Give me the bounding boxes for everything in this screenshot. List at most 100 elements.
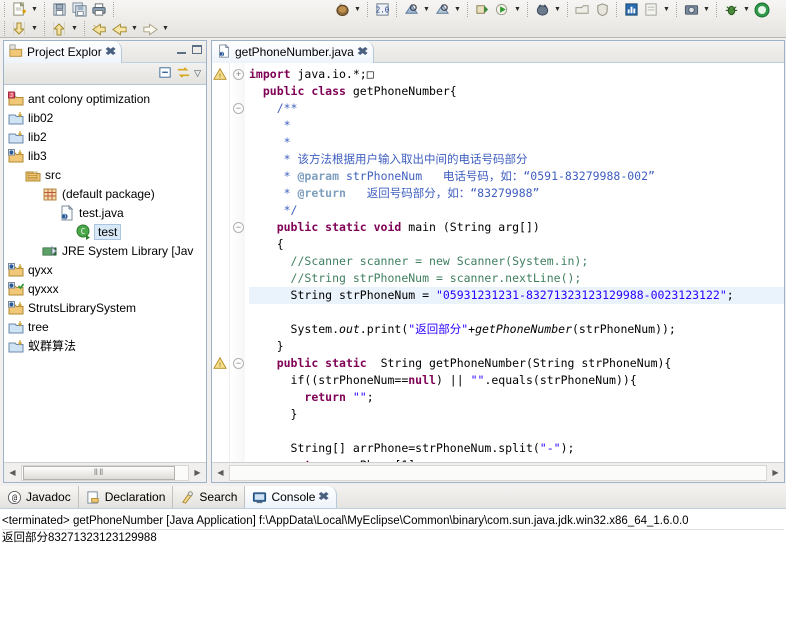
save-all-icon[interactable] bbox=[69, 1, 89, 18]
camera-icon[interactable] bbox=[681, 1, 701, 18]
toolbar-separator bbox=[716, 2, 717, 17]
editor-horizontal-scrollbar[interactable]: ◀ ▶ bbox=[212, 462, 784, 482]
refactor-icon[interactable]: 2.0 bbox=[372, 1, 392, 18]
scroll-right-icon[interactable]: ▶ bbox=[189, 464, 206, 482]
view-menu-icon[interactable]: ▽ bbox=[194, 68, 201, 79]
tree-item-src[interactable]: src bbox=[4, 165, 206, 184]
step-return-icon[interactable] bbox=[49, 20, 69, 37]
dropdown-arrow-icon[interactable]: ▼ bbox=[29, 20, 40, 37]
save-icon[interactable] bbox=[49, 1, 69, 18]
back-navigation-icon[interactable] bbox=[109, 20, 129, 37]
dropdown-arrow-icon[interactable]: ▼ bbox=[160, 20, 171, 37]
tree-item-label: (default package) bbox=[62, 186, 155, 201]
tree-item-default-package[interactable]: (default package) bbox=[4, 184, 206, 203]
tab-project-explorer[interactable]: Project Explor ✖ bbox=[4, 41, 122, 63]
tree-item-lib02[interactable]: lib02 bbox=[4, 108, 206, 127]
fold-collapse-icon[interactable]: − bbox=[233, 358, 244, 369]
shield-icon[interactable] bbox=[592, 1, 612, 18]
tree-item-[interactable]: 蚁群算法 bbox=[4, 336, 206, 355]
project-explorer-icon bbox=[9, 43, 23, 61]
dropdown-arrow-icon[interactable]: ▼ bbox=[661, 1, 672, 18]
tab-getphonenumber-java[interactable]: J getPhoneNumber.java ✖ bbox=[212, 41, 374, 63]
tree-item-lib2[interactable]: lib2 bbox=[4, 127, 206, 146]
search-next-icon[interactable] bbox=[432, 1, 452, 18]
dropdown-arrow-icon[interactable]: ▼ bbox=[129, 20, 140, 37]
tab-search[interactable]: Search bbox=[173, 486, 246, 508]
svg-text:2.0: 2.0 bbox=[375, 5, 389, 14]
tree-item-jre-system-library-jav[interactable]: JRE System Library [Jav bbox=[4, 241, 206, 260]
scrollbar-track[interactable] bbox=[229, 464, 767, 481]
collapse-all-icon[interactable] bbox=[158, 65, 173, 83]
javadoc-at-icon: @ bbox=[7, 490, 22, 505]
scroll-right-icon[interactable]: ▶ bbox=[767, 464, 784, 482]
fold-expand-icon[interactable]: + bbox=[233, 69, 244, 80]
dropdown-arrow-icon[interactable]: ▼ bbox=[552, 1, 563, 18]
fold-collapse-icon[interactable]: − bbox=[233, 103, 244, 114]
coffee-debug-icon[interactable] bbox=[332, 1, 352, 18]
tree-item-label: test.java bbox=[79, 205, 124, 220]
svg-text:@: @ bbox=[12, 492, 17, 502]
dropdown-arrow-icon[interactable]: ▼ bbox=[741, 1, 752, 18]
dropdown-arrow-icon[interactable]: ▼ bbox=[29, 1, 40, 18]
tree-item-ant-colony-optimization[interactable]: Jant colony optimization bbox=[4, 89, 206, 108]
close-icon[interactable]: ✖ bbox=[105, 46, 117, 58]
code-line: } bbox=[290, 407, 298, 421]
forward-navigation-icon[interactable] bbox=[140, 20, 160, 37]
scroll-left-icon[interactable]: ◀ bbox=[4, 464, 21, 482]
editor-tab-label: getPhoneNumber.java bbox=[235, 45, 354, 59]
warning-marker-icon[interactable]: ! bbox=[213, 356, 227, 370]
dropdown-arrow-icon[interactable]: ▼ bbox=[512, 1, 523, 18]
scroll-left-icon[interactable]: ◀ bbox=[212, 464, 229, 482]
report-icon[interactable] bbox=[641, 1, 661, 18]
tree-item-test[interactable]: Ctest bbox=[4, 222, 206, 241]
new-wizard-icon[interactable] bbox=[9, 1, 29, 18]
tree-item-strutslibrarysystem[interactable]: StrutsLibrarySystem bbox=[4, 298, 206, 317]
bug-icon[interactable] bbox=[721, 1, 741, 18]
run-external-tools-icon[interactable] bbox=[472, 1, 492, 18]
search-find-icon[interactable] bbox=[401, 1, 421, 18]
fold-collapse-icon[interactable]: − bbox=[233, 222, 244, 233]
tree-item-test-java[interactable]: Jtest.java bbox=[4, 203, 206, 222]
myeclipse-icon[interactable] bbox=[752, 1, 772, 18]
dropdown-arrow-icon[interactable]: ▼ bbox=[421, 1, 432, 18]
dropdown-arrow-icon[interactable]: ▼ bbox=[69, 20, 80, 37]
svg-text:J: J bbox=[63, 214, 66, 220]
tree-item-qyxx[interactable]: qyxx bbox=[4, 260, 206, 279]
project-explorer-horizontal-scrollbar[interactable]: ◀ ⅡⅡ ▶ bbox=[4, 462, 206, 482]
scrollbar-thumb[interactable]: ⅡⅡ bbox=[23, 465, 175, 480]
chart-icon[interactable] bbox=[621, 1, 641, 18]
open-type-icon[interactable] bbox=[572, 1, 592, 18]
close-icon[interactable]: ✖ bbox=[318, 491, 330, 503]
code-content[interactable]: import java.io.*;□ public class getPhone… bbox=[245, 63, 784, 462]
dropdown-arrow-icon[interactable]: ▼ bbox=[701, 1, 712, 18]
toolbar-separator bbox=[467, 2, 468, 17]
step-into-icon[interactable] bbox=[9, 20, 29, 37]
console-view: @ Javadoc Declaration Search Console ✖ <termi… bbox=[0, 486, 786, 621]
print-icon[interactable] bbox=[89, 1, 109, 18]
debug-icon[interactable] bbox=[532, 1, 552, 18]
tree-item-tree[interactable]: tree bbox=[4, 317, 206, 336]
jre-library-icon bbox=[42, 243, 58, 259]
editor-annotation-gutter[interactable]: !! bbox=[212, 63, 229, 462]
maximize-icon[interactable] bbox=[192, 45, 202, 54]
link-with-editor-icon[interactable] bbox=[176, 65, 191, 83]
tab-declaration[interactable]: Declaration bbox=[78, 486, 174, 508]
scrollbar-track[interactable]: ⅡⅡ bbox=[21, 464, 189, 481]
project-explorer-toolbar: ▽ bbox=[4, 63, 206, 85]
code-line: public static void main (String arg[]) bbox=[276, 220, 540, 234]
tree-item-lib3[interactable]: lib3 bbox=[4, 146, 206, 165]
warning-marker-icon[interactable]: ! bbox=[213, 67, 227, 81]
project-tree[interactable]: Jant colony optimization lib02 lib2 lib3 src… bbox=[4, 85, 206, 461]
close-icon[interactable]: ✖ bbox=[357, 46, 369, 58]
dropdown-arrow-icon[interactable]: ▼ bbox=[452, 1, 463, 18]
dropdown-arrow-icon[interactable]: ▼ bbox=[352, 1, 363, 18]
minimize-icon[interactable] bbox=[177, 45, 186, 54]
run-icon[interactable] bbox=[492, 1, 512, 18]
back-history-icon[interactable] bbox=[89, 20, 109, 37]
tab-console[interactable]: Console ✖ bbox=[245, 486, 337, 508]
editor-folding-gutter[interactable]: + − − − bbox=[229, 63, 245, 462]
tab-javadoc[interactable]: @ Javadoc bbox=[0, 486, 79, 508]
tree-item-qyxxx[interactable]: qyxxx bbox=[4, 279, 206, 298]
console-output[interactable]: <terminated> getPhoneNumber [Java Applic… bbox=[0, 509, 786, 621]
